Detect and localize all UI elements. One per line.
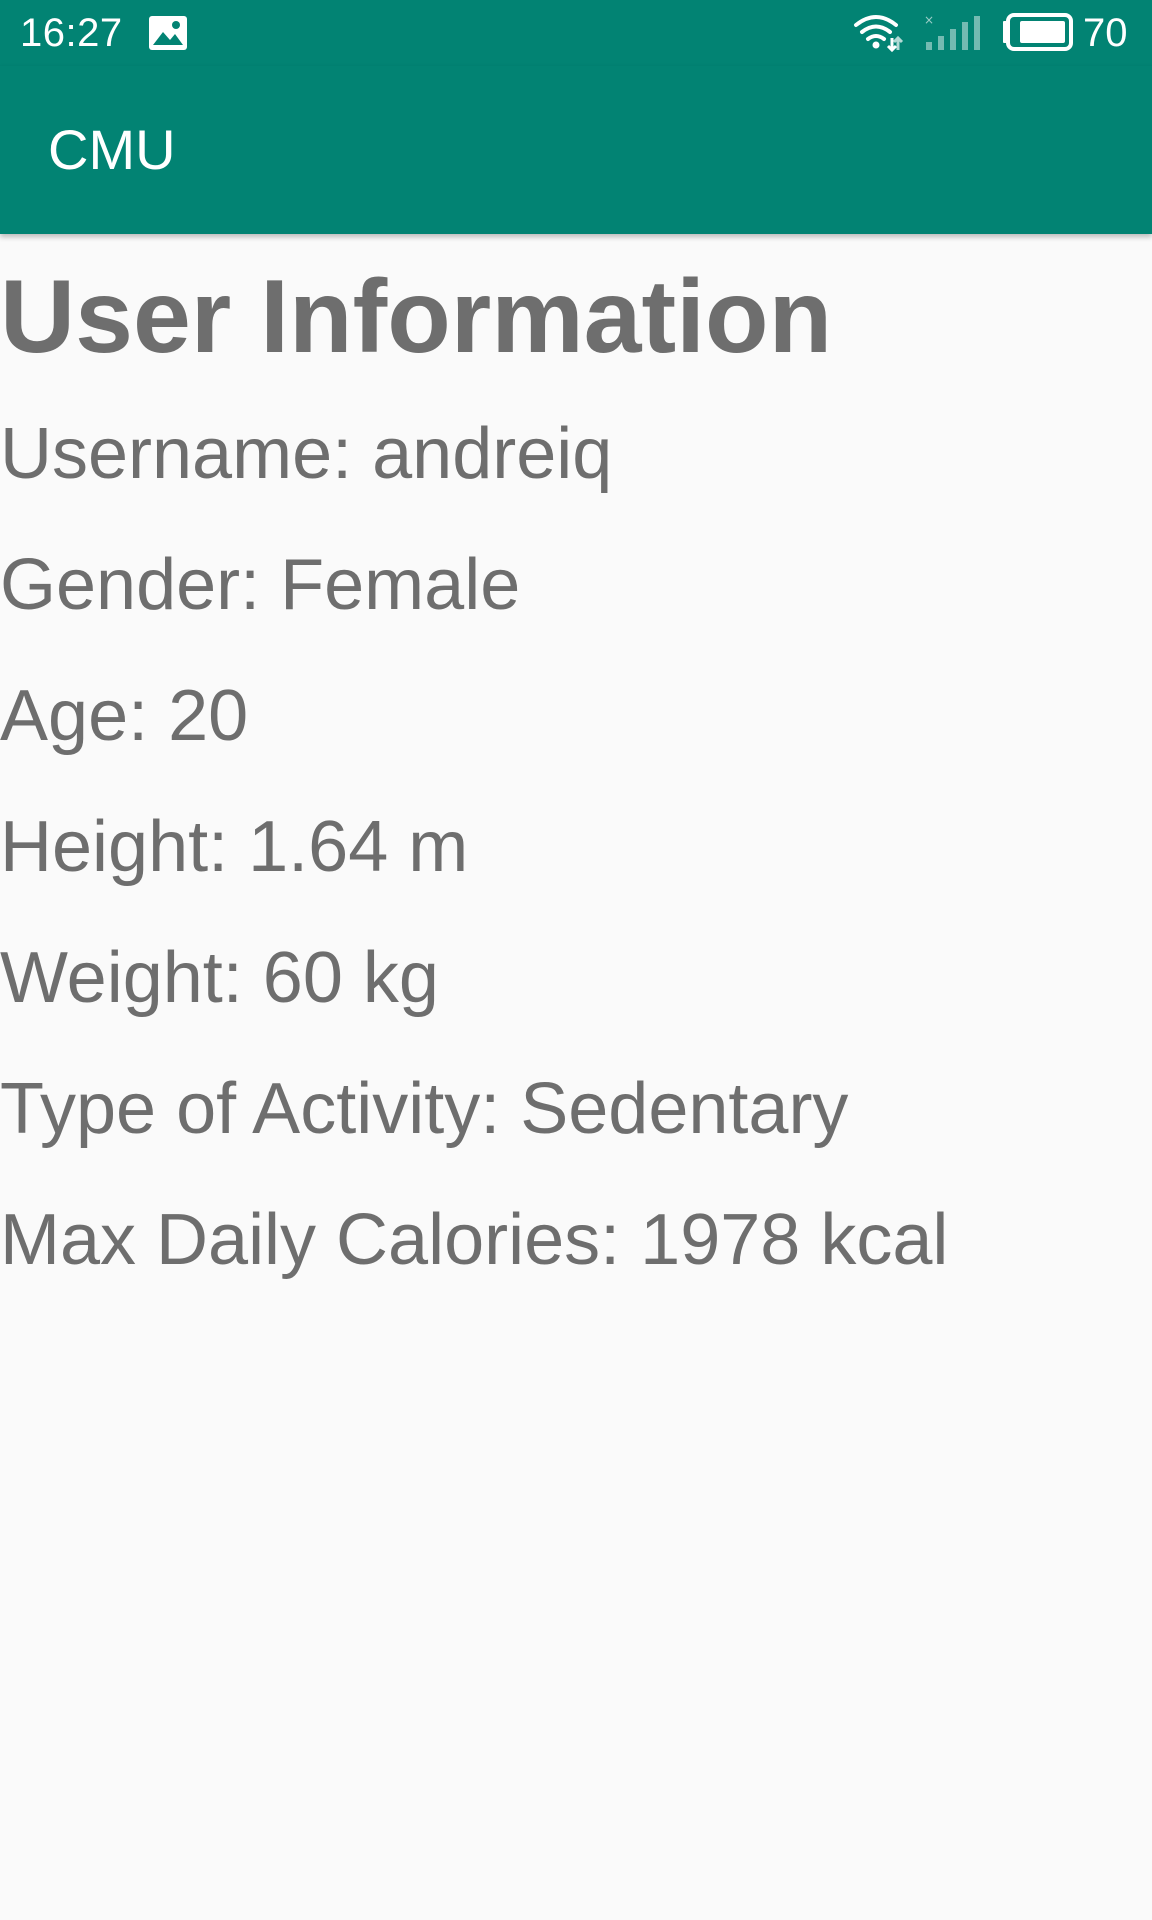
page-title: User Information [0,259,833,375]
battery-icon [1002,13,1074,51]
status-bar: 16:27 × 70 [0,0,1152,66]
image-notification-icon [148,15,188,51]
svg-text:×: × [924,13,934,27]
age-text: Age: 20 [0,676,249,756]
height-text: Height: 1.64 m [0,807,469,887]
max-daily-calories-text: Max Daily Calories: 1978 kcal [0,1200,949,1280]
app-title: CMU [48,118,176,181]
wifi-icon [852,12,904,54]
cell-signal-icon: × [922,12,982,54]
gender-text: Gender: Female [0,545,521,625]
weight-text: Weight: 60 kg [0,938,439,1018]
status-time: 16:27 [20,11,123,55]
battery-level: 70 [1083,11,1128,55]
activity-type-text: Type of Activity: Sedentary [0,1069,849,1149]
app-bar: CMU [0,66,1152,234]
username-text: Username: andreiq [0,414,613,494]
